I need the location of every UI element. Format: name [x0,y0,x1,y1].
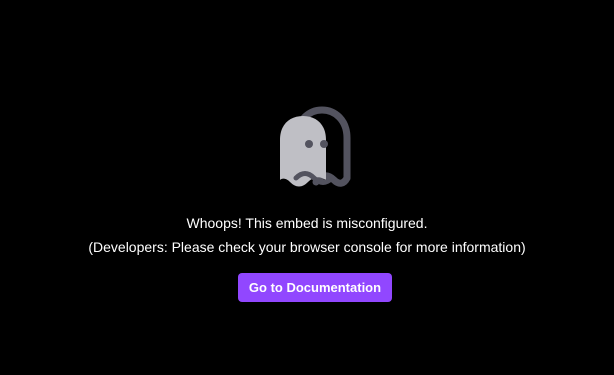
error-message: Whoops! This embed is misconfigured. (De… [0,213,614,261]
ghost-icon [276,106,356,192]
go-to-documentation-button[interactable]: Go to Documentation [238,273,392,302]
error-detail: (Developers: Please check your browser c… [88,239,526,255]
error-title: Whoops! This embed is misconfigured. [186,215,428,231]
embed-error-panel: Whoops! This embed is misconfigured. (De… [0,0,614,375]
